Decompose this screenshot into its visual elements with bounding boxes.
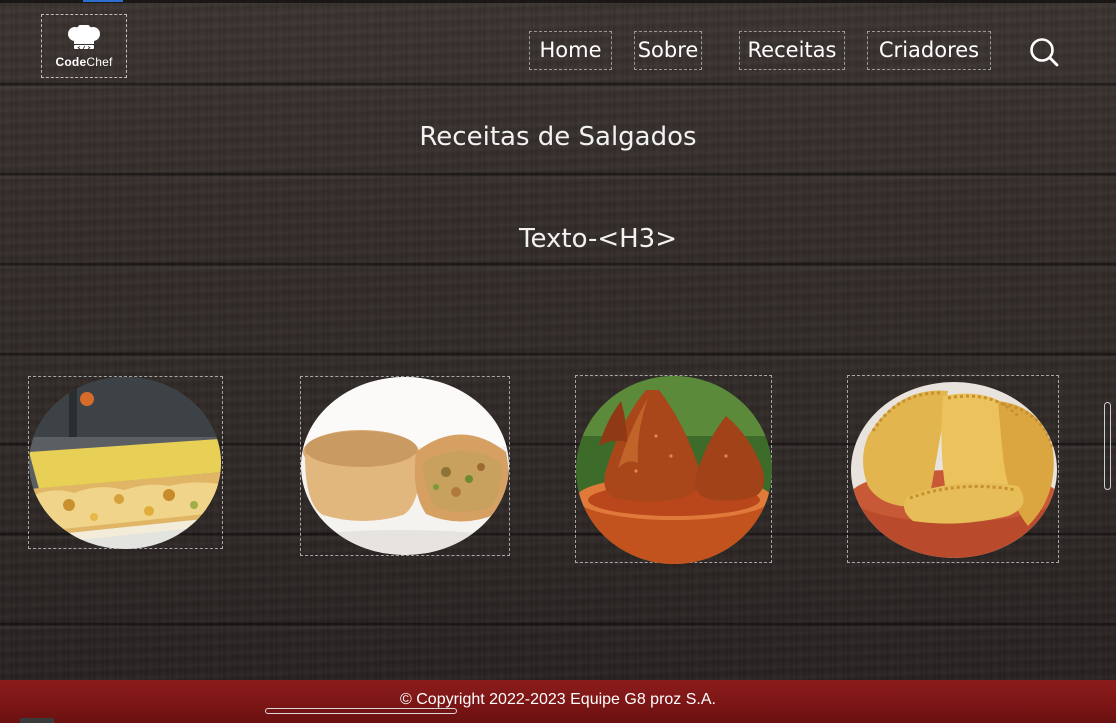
active-tab-indicator	[83, 0, 123, 2]
recipe-card-coxinha[interactable]	[575, 375, 772, 564]
recipe-card-empadao[interactable]	[28, 376, 223, 549]
chef-hat-icon	[68, 25, 100, 50]
horizontal-scrollbar[interactable]	[265, 708, 457, 714]
nav-item-receitas[interactable]: Receitas	[739, 31, 845, 70]
nav-item-sobre[interactable]: Sobre	[634, 31, 702, 70]
nav-item-criadores[interactable]: Criadores	[867, 31, 991, 70]
window-top-bar	[0, 0, 1116, 3]
recipe-card-empadinha[interactable]	[300, 376, 510, 556]
footer: © Copyright 2022-2023 Equipe G8 proz S.A…	[0, 680, 1116, 723]
nav-item-home[interactable]: Home	[529, 31, 612, 70]
section-subtitle: Texto-<H3>	[518, 224, 678, 254]
page-title: Receitas de Salgados	[419, 122, 697, 152]
logo-text: CodeChef	[56, 55, 113, 69]
window-corner	[20, 718, 54, 723]
search-icon[interactable]	[1028, 36, 1060, 68]
footer-copyright: © Copyright 2022-2023 Equipe G8 proz S.A…	[400, 691, 716, 708]
page: CodeChef Home Sobre Receitas Criadores R…	[0, 0, 1116, 723]
pastel-image	[851, 382, 1057, 558]
empadao-image	[29, 377, 221, 549]
logo[interactable]: CodeChef	[41, 14, 127, 78]
vertical-scrollbar[interactable]	[1104, 402, 1111, 490]
empadinha-image	[301, 377, 509, 555]
coxinha-image	[576, 376, 772, 564]
logo-text-bold: Code	[55, 55, 87, 69]
logo-text-light: Chef	[86, 55, 113, 69]
recipe-card-pastel[interactable]	[847, 375, 1059, 563]
